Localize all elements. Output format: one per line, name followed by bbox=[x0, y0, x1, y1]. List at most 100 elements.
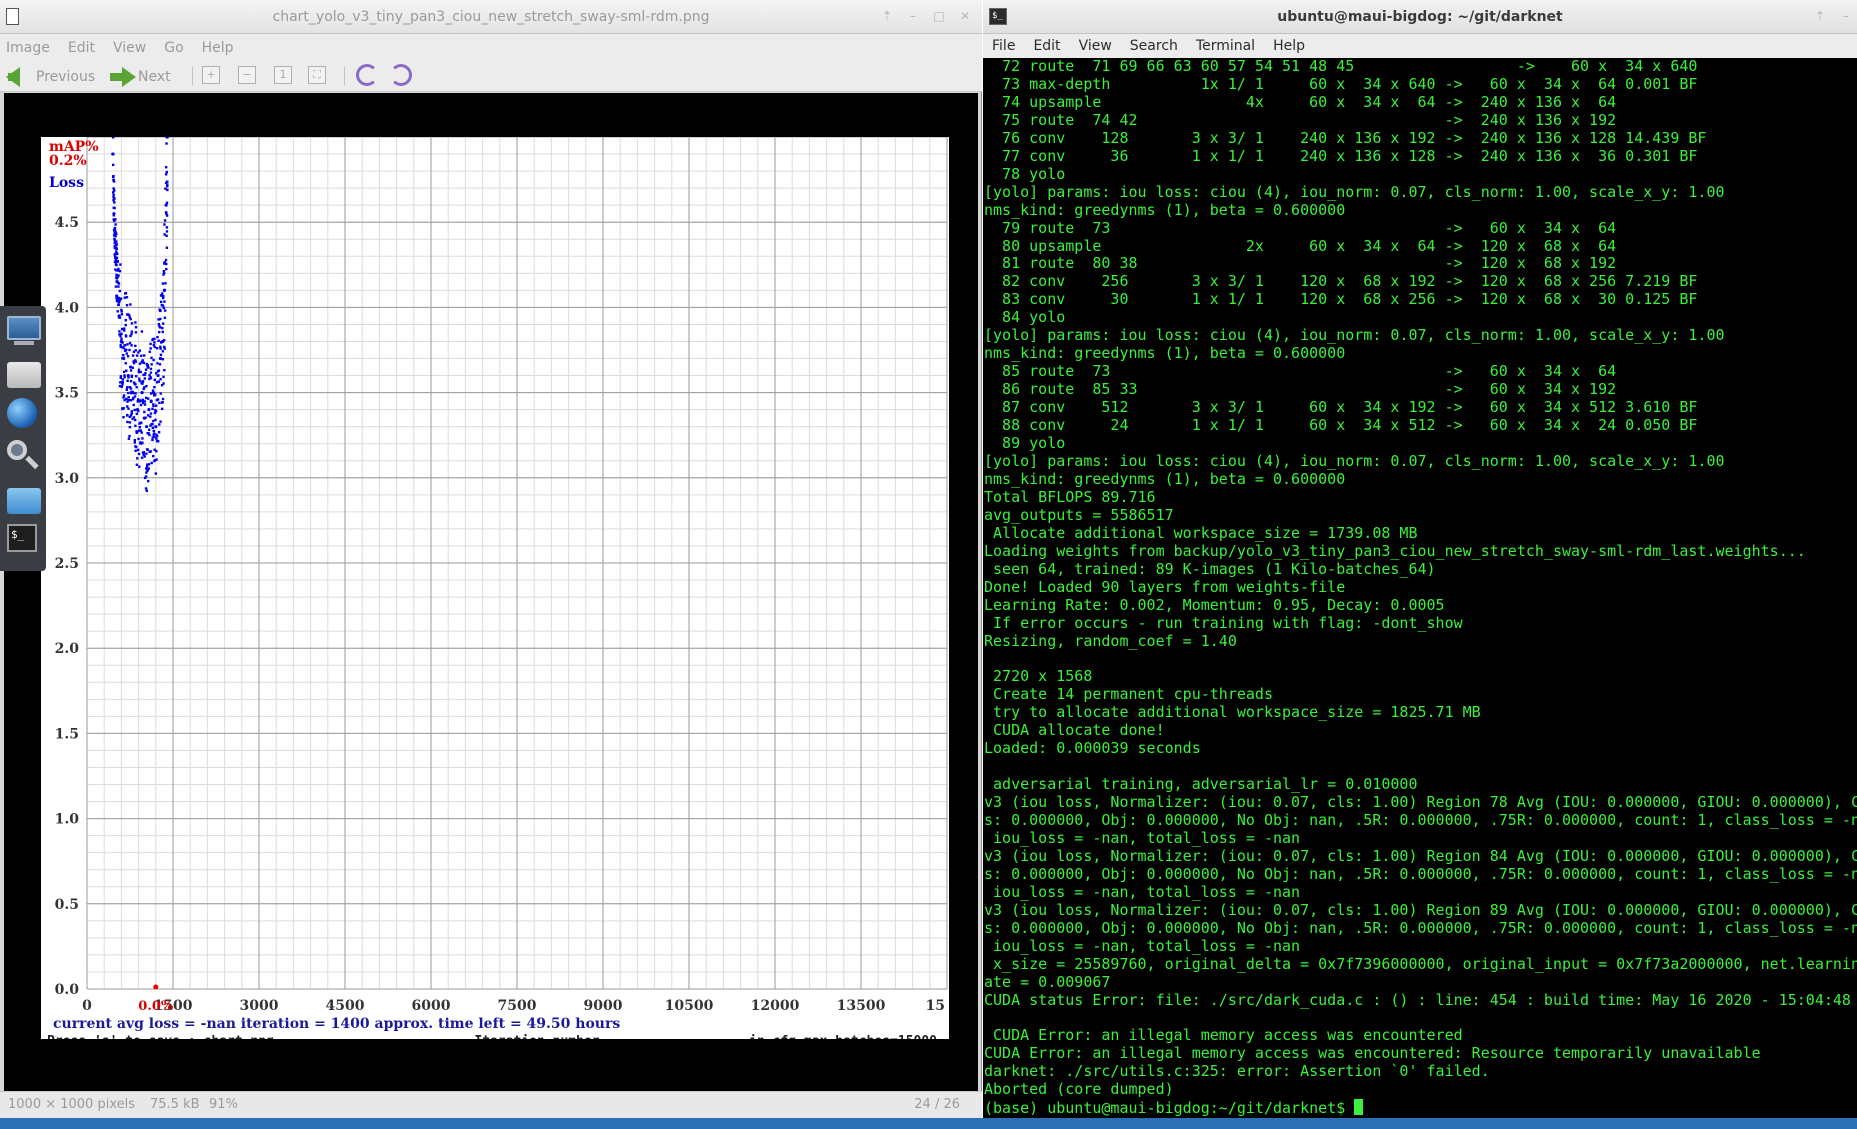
menu-view[interactable]: View bbox=[107, 34, 158, 62]
loss-point bbox=[138, 379, 141, 383]
loss-point bbox=[158, 363, 162, 366]
terminal-line: try to allocate additional workspace_siz… bbox=[984, 703, 1481, 722]
zoom-normal-icon[interactable]: 1 bbox=[274, 66, 292, 84]
loss-point bbox=[120, 327, 124, 331]
loss-point bbox=[113, 253, 116, 256]
loss-point bbox=[120, 385, 123, 388]
menu-edit[interactable]: Edit bbox=[1024, 34, 1069, 58]
loss-point bbox=[158, 326, 162, 329]
loss-point bbox=[166, 188, 169, 192]
menu-help[interactable]: Help bbox=[1264, 34, 1314, 58]
terminal-prompt-line[interactable]: (base) ubuntu@maui-bigdog:~/git/darknet$ bbox=[984, 1099, 1857, 1118]
loss-point bbox=[127, 399, 130, 402]
terminal-line: Loaded: 0.000039 seconds bbox=[984, 739, 1201, 758]
viewer-toolbar: Previous Next bbox=[0, 62, 982, 92]
loss-point bbox=[122, 353, 125, 357]
rotate-right-icon[interactable] bbox=[390, 64, 412, 86]
search-icon[interactable] bbox=[7, 440, 41, 472]
scroll-up-icon[interactable]: ⇡ bbox=[880, 9, 894, 23]
zoom-in-icon[interactable]: + bbox=[202, 66, 220, 84]
close-icon[interactable]: ✕ bbox=[958, 9, 972, 23]
loss-point bbox=[134, 449, 137, 452]
terminal-line: iou_loss = -nan, total_loss = -nan bbox=[984, 882, 1301, 901]
loss-point bbox=[142, 451, 146, 454]
loss-point bbox=[163, 300, 166, 303]
loss-point bbox=[139, 429, 142, 432]
loss-point bbox=[159, 317, 162, 321]
loss-point bbox=[142, 354, 146, 357]
loss-point bbox=[118, 330, 121, 333]
loss-point bbox=[150, 356, 153, 360]
loss-point bbox=[149, 371, 153, 374]
terminal-line: CUDA Error: an illegal memory access was… bbox=[984, 1044, 1761, 1063]
loss-point bbox=[111, 152, 115, 156]
menu-search[interactable]: Search bbox=[1121, 34, 1187, 58]
loss-point bbox=[128, 365, 133, 369]
previous-button[interactable]: Previous bbox=[0, 62, 100, 92]
loss-point bbox=[126, 420, 129, 424]
terminal-line: [yolo] params: iou loss: ciou (4), iou_n… bbox=[984, 182, 1725, 201]
loss-point bbox=[128, 421, 132, 424]
minimize-icon[interactable]: – bbox=[1839, 9, 1853, 23]
loss-point bbox=[149, 415, 152, 418]
terminal-line: 81 route 80 38 -> 120 x 68 x 192 bbox=[984, 254, 1617, 273]
loss-point bbox=[117, 303, 120, 306]
terminal-title: ubuntu@maui-bigdog: ~/git/darknet bbox=[1277, 9, 1563, 25]
terminal-line: darknet: ./src/utils.c:325: error: Asser… bbox=[984, 1062, 1490, 1081]
menu-edit[interactable]: Edit bbox=[62, 34, 107, 62]
terminal-line: 87 conv 512 3 x 3/ 1 60 x 34 x 192 -> 60… bbox=[984, 398, 1698, 417]
terminal-line: 77 conv 36 1 x 1/ 1 240 x 136 x 128 -> 2… bbox=[984, 146, 1698, 165]
loss-point bbox=[137, 452, 141, 456]
terminal-output[interactable]: 72 route 71 69 66 63 60 57 54 51 48 45 -… bbox=[984, 58, 1857, 1118]
next-button[interactable]: Next bbox=[104, 62, 180, 92]
folder-icon[interactable] bbox=[7, 484, 41, 516]
loss-point bbox=[125, 296, 129, 299]
loss-point bbox=[113, 237, 116, 241]
zoom-out-icon[interactable]: − bbox=[238, 66, 256, 84]
loss-point bbox=[115, 256, 119, 260]
rotate-left-icon[interactable] bbox=[356, 64, 378, 86]
loss-point bbox=[137, 351, 140, 354]
loss-point bbox=[157, 330, 161, 334]
loss-point bbox=[140, 391, 144, 395]
menu-view[interactable]: View bbox=[1070, 34, 1121, 58]
minimize-icon[interactable]: – bbox=[906, 9, 920, 23]
loss-point bbox=[129, 387, 133, 390]
menu-file[interactable]: File bbox=[983, 34, 1024, 58]
loss-point bbox=[161, 282, 165, 285]
loss-point bbox=[133, 395, 137, 398]
legend-map-value: 0.2% bbox=[49, 153, 87, 169]
loss-point bbox=[122, 370, 126, 374]
monitor-icon[interactable] bbox=[7, 316, 41, 348]
terminal-line: 73 max-depth 1x 1/ 1 60 x 34 x 640 -> 60… bbox=[984, 74, 1698, 93]
loss-point bbox=[162, 382, 165, 385]
menu-image[interactable]: Image bbox=[0, 34, 62, 62]
loss-point bbox=[159, 378, 162, 381]
viewer-titlebar[interactable]: chart_yolo_v3_tiny_pan3_ciou_new_stretch… bbox=[0, 0, 982, 34]
menu-terminal[interactable]: Terminal bbox=[1187, 34, 1264, 58]
loss-point bbox=[113, 201, 116, 204]
x-tick-label: 9000 bbox=[584, 998, 623, 1014]
terminal-line: s: 0.000000, Obj: 0.000000, No Obj: nan,… bbox=[984, 918, 1857, 937]
menu-go[interactable]: Go bbox=[158, 34, 195, 62]
scroll-up-icon[interactable]: ⇡ bbox=[1813, 9, 1827, 23]
loss-point bbox=[130, 412, 133, 415]
maximize-icon[interactable]: □ bbox=[932, 9, 946, 23]
loss-point bbox=[137, 437, 140, 441]
menu-help[interactable]: Help bbox=[196, 34, 246, 62]
loss-point bbox=[140, 456, 144, 459]
browser-globe-icon[interactable] bbox=[7, 398, 41, 430]
loss-point bbox=[155, 449, 158, 453]
terminal-line: [yolo] params: iou loss: ciou (4), iou_n… bbox=[984, 451, 1725, 470]
terminal-titlebar[interactable]: $_ ubuntu@maui-bigdog: ~/git/darknet ⇡ – bbox=[983, 0, 1857, 34]
home-folder-icon[interactable] bbox=[7, 358, 41, 390]
loss-point bbox=[130, 344, 133, 347]
y-tick-label: 1.0 bbox=[55, 812, 80, 828]
zoom-fit-icon[interactable]: ⛶ bbox=[308, 66, 326, 84]
loss-point bbox=[138, 465, 141, 468]
terminal-icon[interactable]: $_ bbox=[7, 524, 41, 556]
terminal-line: Resizing, random_coef = 1.40 bbox=[984, 631, 1237, 650]
loss-point bbox=[143, 455, 146, 458]
loss-point bbox=[114, 230, 117, 234]
image-canvas[interactable]: 0.0 0.5 1.0 1.5 2.0 2.5 3.0 3.5 4.0 4.5 0 1500 3000 4… bbox=[4, 93, 978, 1091]
